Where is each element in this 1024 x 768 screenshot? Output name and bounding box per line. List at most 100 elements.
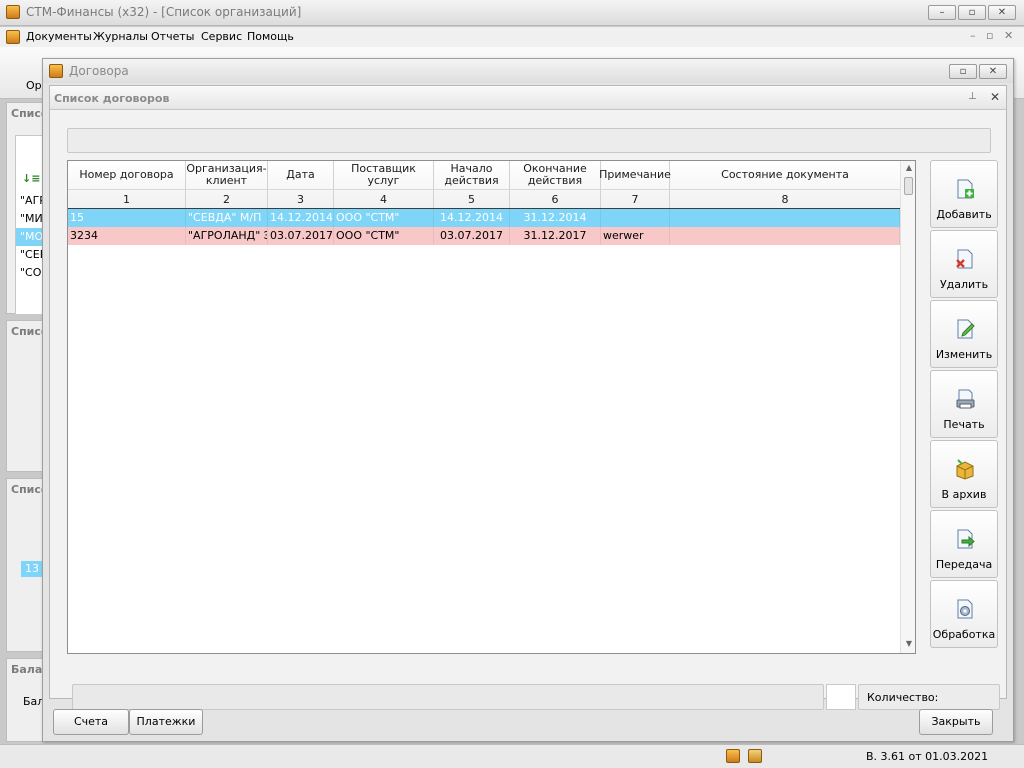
transfer-button[interactable]: Передача: [930, 510, 998, 578]
status-lock-icon[interactable]: [748, 749, 762, 763]
cell-client-org[interactable]: "АГРОЛАНД" ЭН: [186, 227, 268, 245]
status-app-icon[interactable]: [726, 749, 740, 763]
delete-button[interactable]: Удалить: [930, 230, 998, 298]
menu-reports[interactable]: Отчеты: [151, 30, 194, 43]
cell-note[interactable]: werwer: [601, 227, 670, 245]
main-minimize-button[interactable]: –: [928, 5, 956, 20]
contracts-window-title: Договора: [69, 64, 129, 78]
transfer-icon: [957, 529, 975, 549]
cell-client-org[interactable]: "СЕВДА" М/П: [186, 209, 268, 227]
grid-header: Номер договора Организация-клиент Дата П…: [68, 161, 900, 209]
cell-provider[interactable]: ООО "СТМ": [334, 227, 434, 245]
delete-document-icon: [956, 249, 973, 269]
pane-second: Списо: [6, 320, 48, 472]
contracts-panel: Список договоров ⊥ ✕ Номер договора Орга…: [49, 85, 1007, 710]
cell-doc-state[interactable]: [670, 209, 900, 227]
cell-start[interactable]: 03.07.2017: [434, 227, 510, 245]
col-number: 2: [186, 189, 268, 209]
contracts-window-icon: [49, 64, 63, 78]
archive-button-label: В архив: [941, 488, 987, 501]
mdi-restore-icon[interactable]: ▫: [986, 29, 993, 42]
statusbar: В. 3.61 от 01.03.2021: [0, 744, 1024, 768]
add-document-icon: [957, 179, 974, 199]
contracts-restore-button[interactable]: ▫: [949, 64, 977, 79]
col-header-provider[interactable]: Поставщик услуг: [334, 161, 434, 189]
gear-document-icon: [957, 599, 973, 619]
panel-title: Список договоров: [54, 92, 170, 105]
cell-start[interactable]: 14.12.2014: [434, 209, 510, 227]
pane-balance: Бала Бал: [6, 658, 46, 742]
close-window-button[interactable]: Закрыть: [919, 709, 993, 735]
process-button[interactable]: Обработка: [930, 580, 998, 648]
contracts-titlebar: Договора ▫ ✕: [43, 59, 1013, 83]
edit-button[interactable]: Изменить: [930, 300, 998, 368]
table-row[interactable]: 3234 "АГРОЛАНД" ЭН 03.07.2017 ООО "СТМ" …: [68, 227, 900, 245]
mdi-minimize-icon[interactable]: –: [970, 29, 976, 42]
main-window-title: СТМ-Финансы (x32) - [Список организаций]: [26, 5, 302, 19]
app-icon: [6, 5, 20, 19]
footer-field: [72, 684, 824, 710]
contracts-close-button[interactable]: ✕: [979, 64, 1007, 79]
edit-button-label: Изменить: [935, 348, 993, 361]
col-number: 1: [68, 189, 186, 209]
print-button[interactable]: Печать: [930, 370, 998, 438]
add-button-label: Добавить: [936, 208, 992, 221]
col-number: 5: [434, 189, 510, 209]
cell-provider[interactable]: ООО "СТМ": [334, 209, 434, 227]
accounts-button[interactable]: Счета: [53, 709, 129, 735]
col-number: 6: [510, 189, 601, 209]
col-header-doc-state[interactable]: Состояние документа: [670, 161, 900, 189]
col-header-contract-number[interactable]: Номер договора: [68, 161, 186, 189]
main-close-button[interactable]: ✕: [988, 5, 1016, 20]
process-button-label: Обработка: [932, 628, 996, 641]
col-number: 4: [334, 189, 434, 209]
contracts-grid[interactable]: Номер договора Организация-клиент Дата П…: [67, 160, 916, 654]
menu-documents[interactable]: Документы: [26, 30, 92, 43]
cell-date[interactable]: 14.12.2014: [268, 209, 334, 227]
menubar: Документы Журналы Отчеты Сервис Помощь –…: [0, 27, 1024, 47]
col-header-client-org[interactable]: Организация-клиент: [186, 161, 268, 189]
filter-bar[interactable]: [67, 128, 991, 153]
panel-header: Список договоров ⊥ ✕: [50, 86, 1006, 110]
ribbon-orgs-label[interactable]: Ор: [26, 79, 42, 92]
version-label: В. 3.61 от 01.03.2021: [866, 750, 989, 763]
menu-help[interactable]: Помощь: [247, 30, 294, 43]
add-button[interactable]: Добавить: [930, 160, 998, 228]
col-number: 3: [268, 189, 334, 209]
print-button-label: Печать: [943, 418, 985, 431]
cell-end[interactable]: 31.12.2014: [510, 209, 601, 227]
sort-icon[interactable]: ↓≡: [22, 172, 40, 185]
menu-app-icon[interactable]: [6, 30, 20, 44]
cell-doc-state[interactable]: [670, 227, 900, 245]
cell-contract-number[interactable]: 3234: [68, 227, 186, 245]
panel-close-icon[interactable]: ✕: [990, 90, 1000, 104]
col-header-start[interactable]: Начало действия: [434, 161, 510, 189]
menu-service[interactable]: Сервис: [201, 30, 242, 43]
count-label: Количество:: [867, 691, 939, 704]
transfer-button-label: Передача: [935, 558, 993, 571]
scroll-up-icon[interactable]: ▲: [904, 163, 914, 172]
col-number: 8: [670, 189, 900, 209]
pane-third: Списо 13: [6, 478, 48, 652]
main-restore-button[interactable]: ▫: [958, 5, 986, 20]
cell-contract-number[interactable]: 15: [68, 209, 186, 227]
mdi-close-icon[interactable]: ✕: [1004, 29, 1013, 42]
delete-button-label: Удалить: [939, 278, 989, 291]
table-row-selected[interactable]: 15 "СЕВДА" М/П 14.12.2014 ООО "СТМ" 14.1…: [68, 208, 901, 228]
col-header-date[interactable]: Дата: [268, 161, 334, 189]
count-field: Количество:: [858, 684, 1000, 710]
cell-end[interactable]: 31.12.2017: [510, 227, 601, 245]
col-header-note[interactable]: Примечание: [599, 161, 671, 189]
payments-button[interactable]: Платежки: [129, 709, 203, 735]
contracts-window: Договора ▫ ✕ Список договоров ⊥ ✕ Номер …: [42, 58, 1014, 742]
scroll-thumb[interactable]: [904, 177, 913, 195]
pin-icon[interactable]: ⊥: [968, 91, 977, 102]
grid-vertical-scrollbar[interactable]: ▲ ▼: [900, 161, 915, 653]
pane-balance-title: Бала: [11, 663, 43, 676]
col-header-end[interactable]: Окончание действия: [510, 161, 601, 189]
archive-button[interactable]: В архив: [930, 440, 998, 508]
menu-journals[interactable]: Журналы: [93, 30, 148, 43]
scroll-down-icon[interactable]: ▼: [904, 639, 914, 648]
cell-date[interactable]: 03.07.2017: [268, 227, 334, 245]
cell-note[interactable]: [601, 209, 670, 227]
